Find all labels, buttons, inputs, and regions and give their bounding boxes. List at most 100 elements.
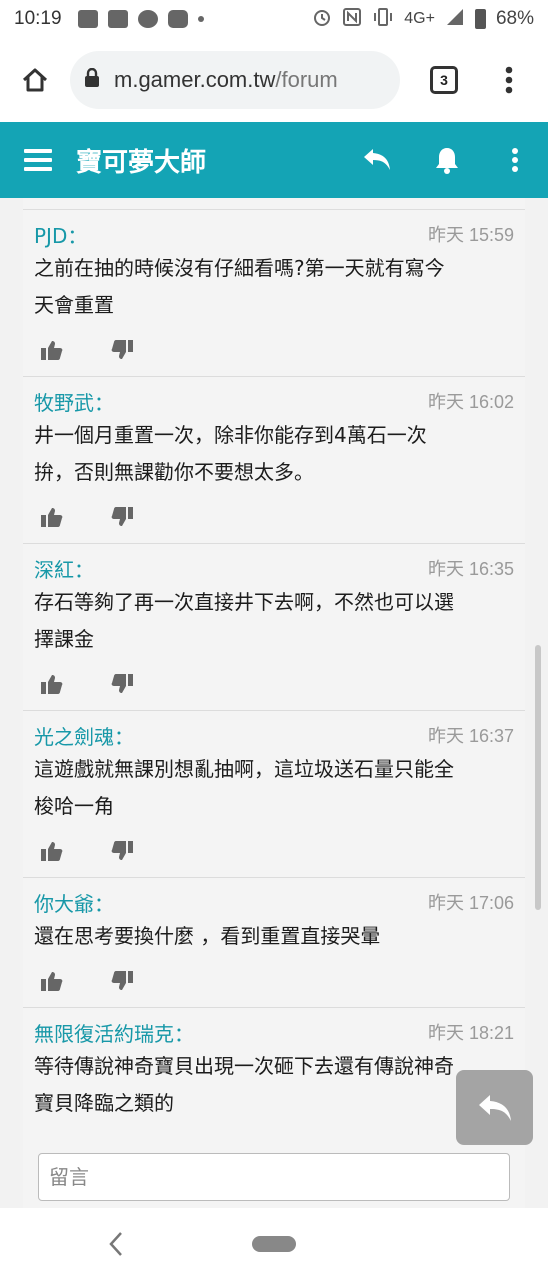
comment-list: PJD： 昨天 15:59 之前在抽的時候沒有仔細看嗎?第一天就有寫今 天會重置… bbox=[23, 198, 525, 1208]
address-bar[interactable]: m.gamer.com.tw/forum bbox=[70, 51, 400, 109]
thumbs-up-icon bbox=[41, 972, 63, 991]
hamburger-icon bbox=[24, 149, 52, 171]
comment-compose bbox=[23, 1138, 525, 1208]
chat-icon bbox=[137, 10, 158, 28]
comment-text: 井一個月重置一次，除非你能存到4萬石一次 拚，否則無課勸你不要想太多。 bbox=[34, 417, 514, 491]
comment-author[interactable]: PJD： bbox=[34, 220, 87, 249]
url-path: /forum bbox=[275, 67, 338, 92]
comment-item: 深紅： 昨天 16:35 存石等夠了再一次直接井下去啊，不然也可以選 擇課金 bbox=[23, 544, 525, 711]
signal-icon bbox=[445, 7, 465, 32]
news-icon bbox=[107, 10, 128, 28]
comment-author[interactable]: 深紅： bbox=[34, 554, 94, 583]
thumbs-up-icon bbox=[41, 675, 63, 694]
dislike-button[interactable] bbox=[110, 672, 134, 696]
dislike-button[interactable] bbox=[110, 839, 134, 863]
status-bar: 10:19 4G+ 68% bbox=[0, 0, 548, 38]
browser-home-button[interactable] bbox=[0, 38, 70, 122]
like-button[interactable] bbox=[40, 839, 64, 863]
comment-time: 昨天 18:21 bbox=[427, 1023, 514, 1043]
thumbs-down-icon bbox=[111, 507, 133, 526]
bell-icon bbox=[436, 148, 458, 174]
notification-button[interactable] bbox=[412, 122, 482, 198]
kebab-menu-icon bbox=[512, 148, 518, 172]
browser-toolbar: m.gamer.com.tw/forum 3 bbox=[0, 38, 548, 122]
comment-line: 存石等夠了再一次直接井下去啊，不然也可以選 bbox=[34, 590, 454, 614]
comment-item: 你大爺： 昨天 17:06 還在思考要換什麼 ，看到重置直接哭暈 bbox=[23, 878, 525, 1008]
dislike-button[interactable] bbox=[110, 338, 134, 362]
comment-line: 擇課金 bbox=[34, 627, 94, 651]
comment-author[interactable]: 牧野武： bbox=[34, 387, 114, 416]
youtube-icon bbox=[167, 10, 188, 28]
thumbs-down-icon bbox=[111, 971, 133, 990]
url-domain: m.gamer.com.tw bbox=[114, 67, 276, 92]
vibrate-icon bbox=[372, 7, 394, 32]
floating-reply-button[interactable] bbox=[456, 1070, 533, 1145]
scrollbar[interactable] bbox=[535, 645, 541, 910]
thumbs-down-icon bbox=[111, 674, 133, 693]
comment-text: 這遊戲就無課別想亂抽啊，這垃圾送石量只能全 梭哈一角 bbox=[34, 751, 514, 825]
comment-line: 井一個月重置一次，除非你能存到4萬石一次 bbox=[34, 423, 427, 447]
comment-author[interactable]: 你大爺： bbox=[34, 888, 114, 917]
comment-item: PJD： 昨天 15:59 之前在抽的時候沒有仔細看嗎?第一天就有寫今 天會重置 bbox=[23, 210, 525, 377]
thumbs-down-icon bbox=[111, 340, 133, 359]
thumbs-up-icon bbox=[41, 508, 63, 527]
system-nav-bar bbox=[0, 1208, 548, 1280]
divider bbox=[23, 198, 525, 210]
board-title: 寶可夢大師 bbox=[76, 147, 207, 178]
tab-count: 3 bbox=[430, 66, 458, 94]
comment-line: 之前在抽的時候沒有仔細看嗎?第一天就有寫今 bbox=[34, 256, 445, 280]
comment-text: 存石等夠了再一次直接井下去啊，不然也可以選 擇課金 bbox=[34, 584, 514, 658]
like-button[interactable] bbox=[40, 969, 64, 993]
comment-time: 昨天 16:35 bbox=[427, 559, 514, 579]
nfc-icon bbox=[342, 7, 362, 32]
gallery-icon bbox=[77, 10, 98, 28]
like-button[interactable] bbox=[40, 505, 64, 529]
comment-text: 還在思考要換什麼 ，看到重置直接哭暈 bbox=[34, 918, 514, 955]
comment-author[interactable]: 光之劍魂： bbox=[34, 721, 134, 750]
dislike-button[interactable] bbox=[110, 969, 134, 993]
comment-author[interactable]: 無限復活約瑞克： bbox=[34, 1018, 194, 1047]
reply-arrow-icon bbox=[478, 1094, 511, 1121]
more-notifications-icon bbox=[197, 16, 204, 22]
comment-item: 光之劍魂： 昨天 16:37 這遊戲就無課別想亂抽啊，這垃圾送石量只能全 梭哈一… bbox=[23, 711, 525, 878]
reply-button[interactable] bbox=[342, 122, 412, 198]
tab-switcher-button[interactable]: 3 bbox=[409, 38, 479, 122]
thumbs-up-icon bbox=[41, 341, 63, 360]
url-text: m.gamer.com.tw/forum bbox=[114, 67, 338, 93]
battery-level: 68% bbox=[495, 8, 534, 29]
comment-text: 等待傳說神奇寶貝出現一次砸下去還有傳說神奇 寶貝降臨之類的 bbox=[34, 1048, 514, 1122]
menu-button[interactable] bbox=[0, 122, 76, 198]
system-back-button[interactable] bbox=[100, 1226, 132, 1262]
comment-time: 昨天 16:37 bbox=[427, 726, 514, 746]
comment-line: 寶貝降臨之類的 bbox=[34, 1091, 174, 1115]
network-type: 4G+ bbox=[404, 10, 435, 27]
thumbs-up-icon bbox=[41, 842, 63, 861]
comment-input[interactable] bbox=[38, 1153, 510, 1201]
comment-line: 等待傳說神奇寶貝出現一次砸下去還有傳說神奇 bbox=[34, 1054, 454, 1078]
comment-line: 天會重置 bbox=[34, 293, 114, 317]
comment-text: 之前在抽的時候沒有仔細看嗎?第一天就有寫今 天會重置 bbox=[34, 250, 514, 324]
alarm-icon bbox=[312, 7, 332, 32]
comment-line: 這遊戲就無課別想亂抽啊，這垃圾送石量只能全 bbox=[34, 757, 454, 781]
comment-item: 牧野武： 昨天 16:02 井一個月重置一次，除非你能存到4萬石一次 拚，否則無… bbox=[23, 377, 525, 544]
more-options-button[interactable] bbox=[482, 122, 548, 198]
comment-line: 還在思考要換什麼 ，看到重置直接哭暈 bbox=[34, 924, 381, 948]
system-home-pill[interactable] bbox=[252, 1236, 296, 1252]
comment-line: 拚，否則無課勸你不要想太多。 bbox=[34, 460, 314, 484]
dislike-button[interactable] bbox=[110, 505, 134, 529]
comment-line: 梭哈一角 bbox=[34, 794, 114, 818]
reply-arrow-icon bbox=[364, 149, 390, 170]
chevron-left-icon bbox=[109, 1232, 122, 1256]
status-time: 10:19 bbox=[14, 8, 62, 29]
lock-icon bbox=[84, 67, 100, 92]
like-button[interactable] bbox=[40, 672, 64, 696]
browser-menu-button[interactable] bbox=[479, 38, 539, 122]
comment-time: 昨天 15:59 bbox=[427, 225, 514, 245]
comment-time: 昨天 17:06 bbox=[427, 893, 514, 913]
thumbs-down-icon bbox=[111, 841, 133, 860]
battery-icon bbox=[474, 9, 486, 29]
like-button[interactable] bbox=[40, 338, 64, 362]
home-icon bbox=[22, 68, 48, 92]
comment-time: 昨天 16:02 bbox=[427, 392, 514, 412]
app-header: 寶可夢大師 bbox=[0, 122, 548, 198]
